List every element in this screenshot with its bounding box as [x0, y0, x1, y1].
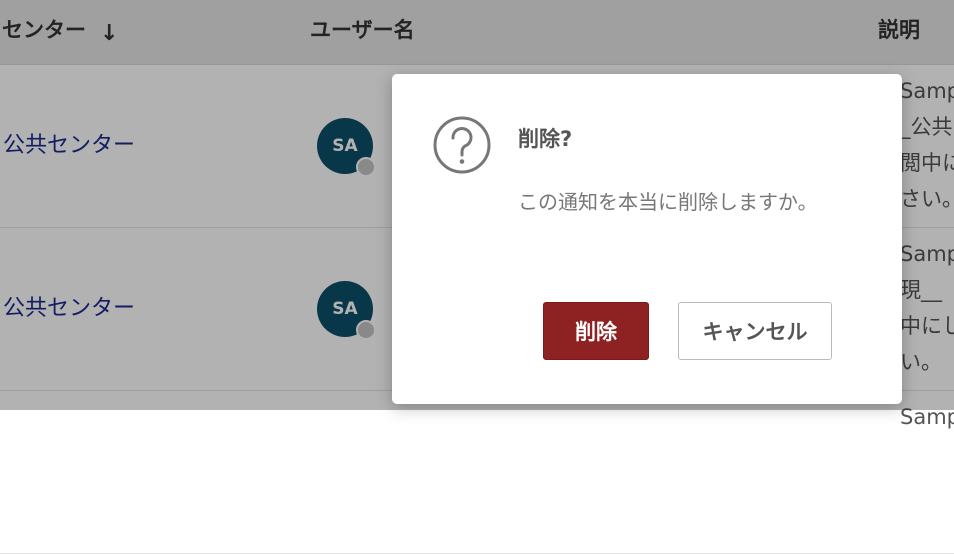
delete-button[interactable]: 削除	[543, 302, 649, 360]
delete-confirm-dialog: 削除? この通知を本当に削除しますか。 削除 キャンセル	[392, 74, 902, 404]
dialog-title: 削除?	[518, 127, 573, 151]
table-row[interactable]: Samp	[0, 391, 954, 554]
cancel-button[interactable]: キャンセル	[678, 302, 832, 360]
question-circle-icon	[433, 116, 491, 174]
dialog-message: この通知を本当に削除しますか。	[518, 190, 818, 214]
